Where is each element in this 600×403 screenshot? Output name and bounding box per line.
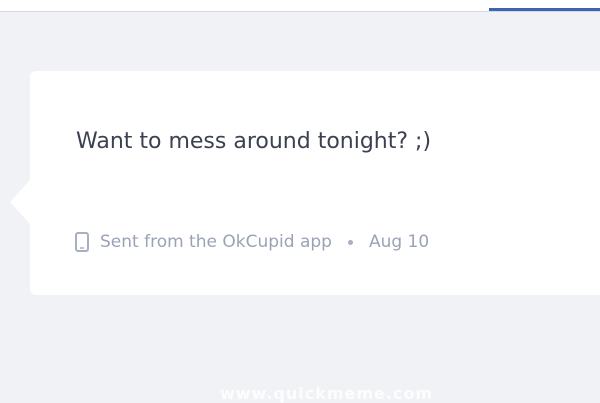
watermark-text: www.quickmeme.com xyxy=(220,384,434,403)
message-bubble: Want to mess around tonight? ;) Sent fro… xyxy=(30,71,600,295)
active-tab-indicator xyxy=(489,8,600,11)
message-meta: Sent from the OkCupid app Aug 10 xyxy=(74,232,429,252)
separator-dot xyxy=(347,239,353,245)
message-bubble-tail xyxy=(10,180,30,224)
phone-icon xyxy=(75,232,89,252)
message-source: Sent from the OkCupid app xyxy=(100,232,332,252)
message-date: Aug 10 xyxy=(368,232,430,252)
message-text: Want to mess around tonight? ;) xyxy=(76,129,432,154)
top-nav-bar xyxy=(0,0,600,12)
